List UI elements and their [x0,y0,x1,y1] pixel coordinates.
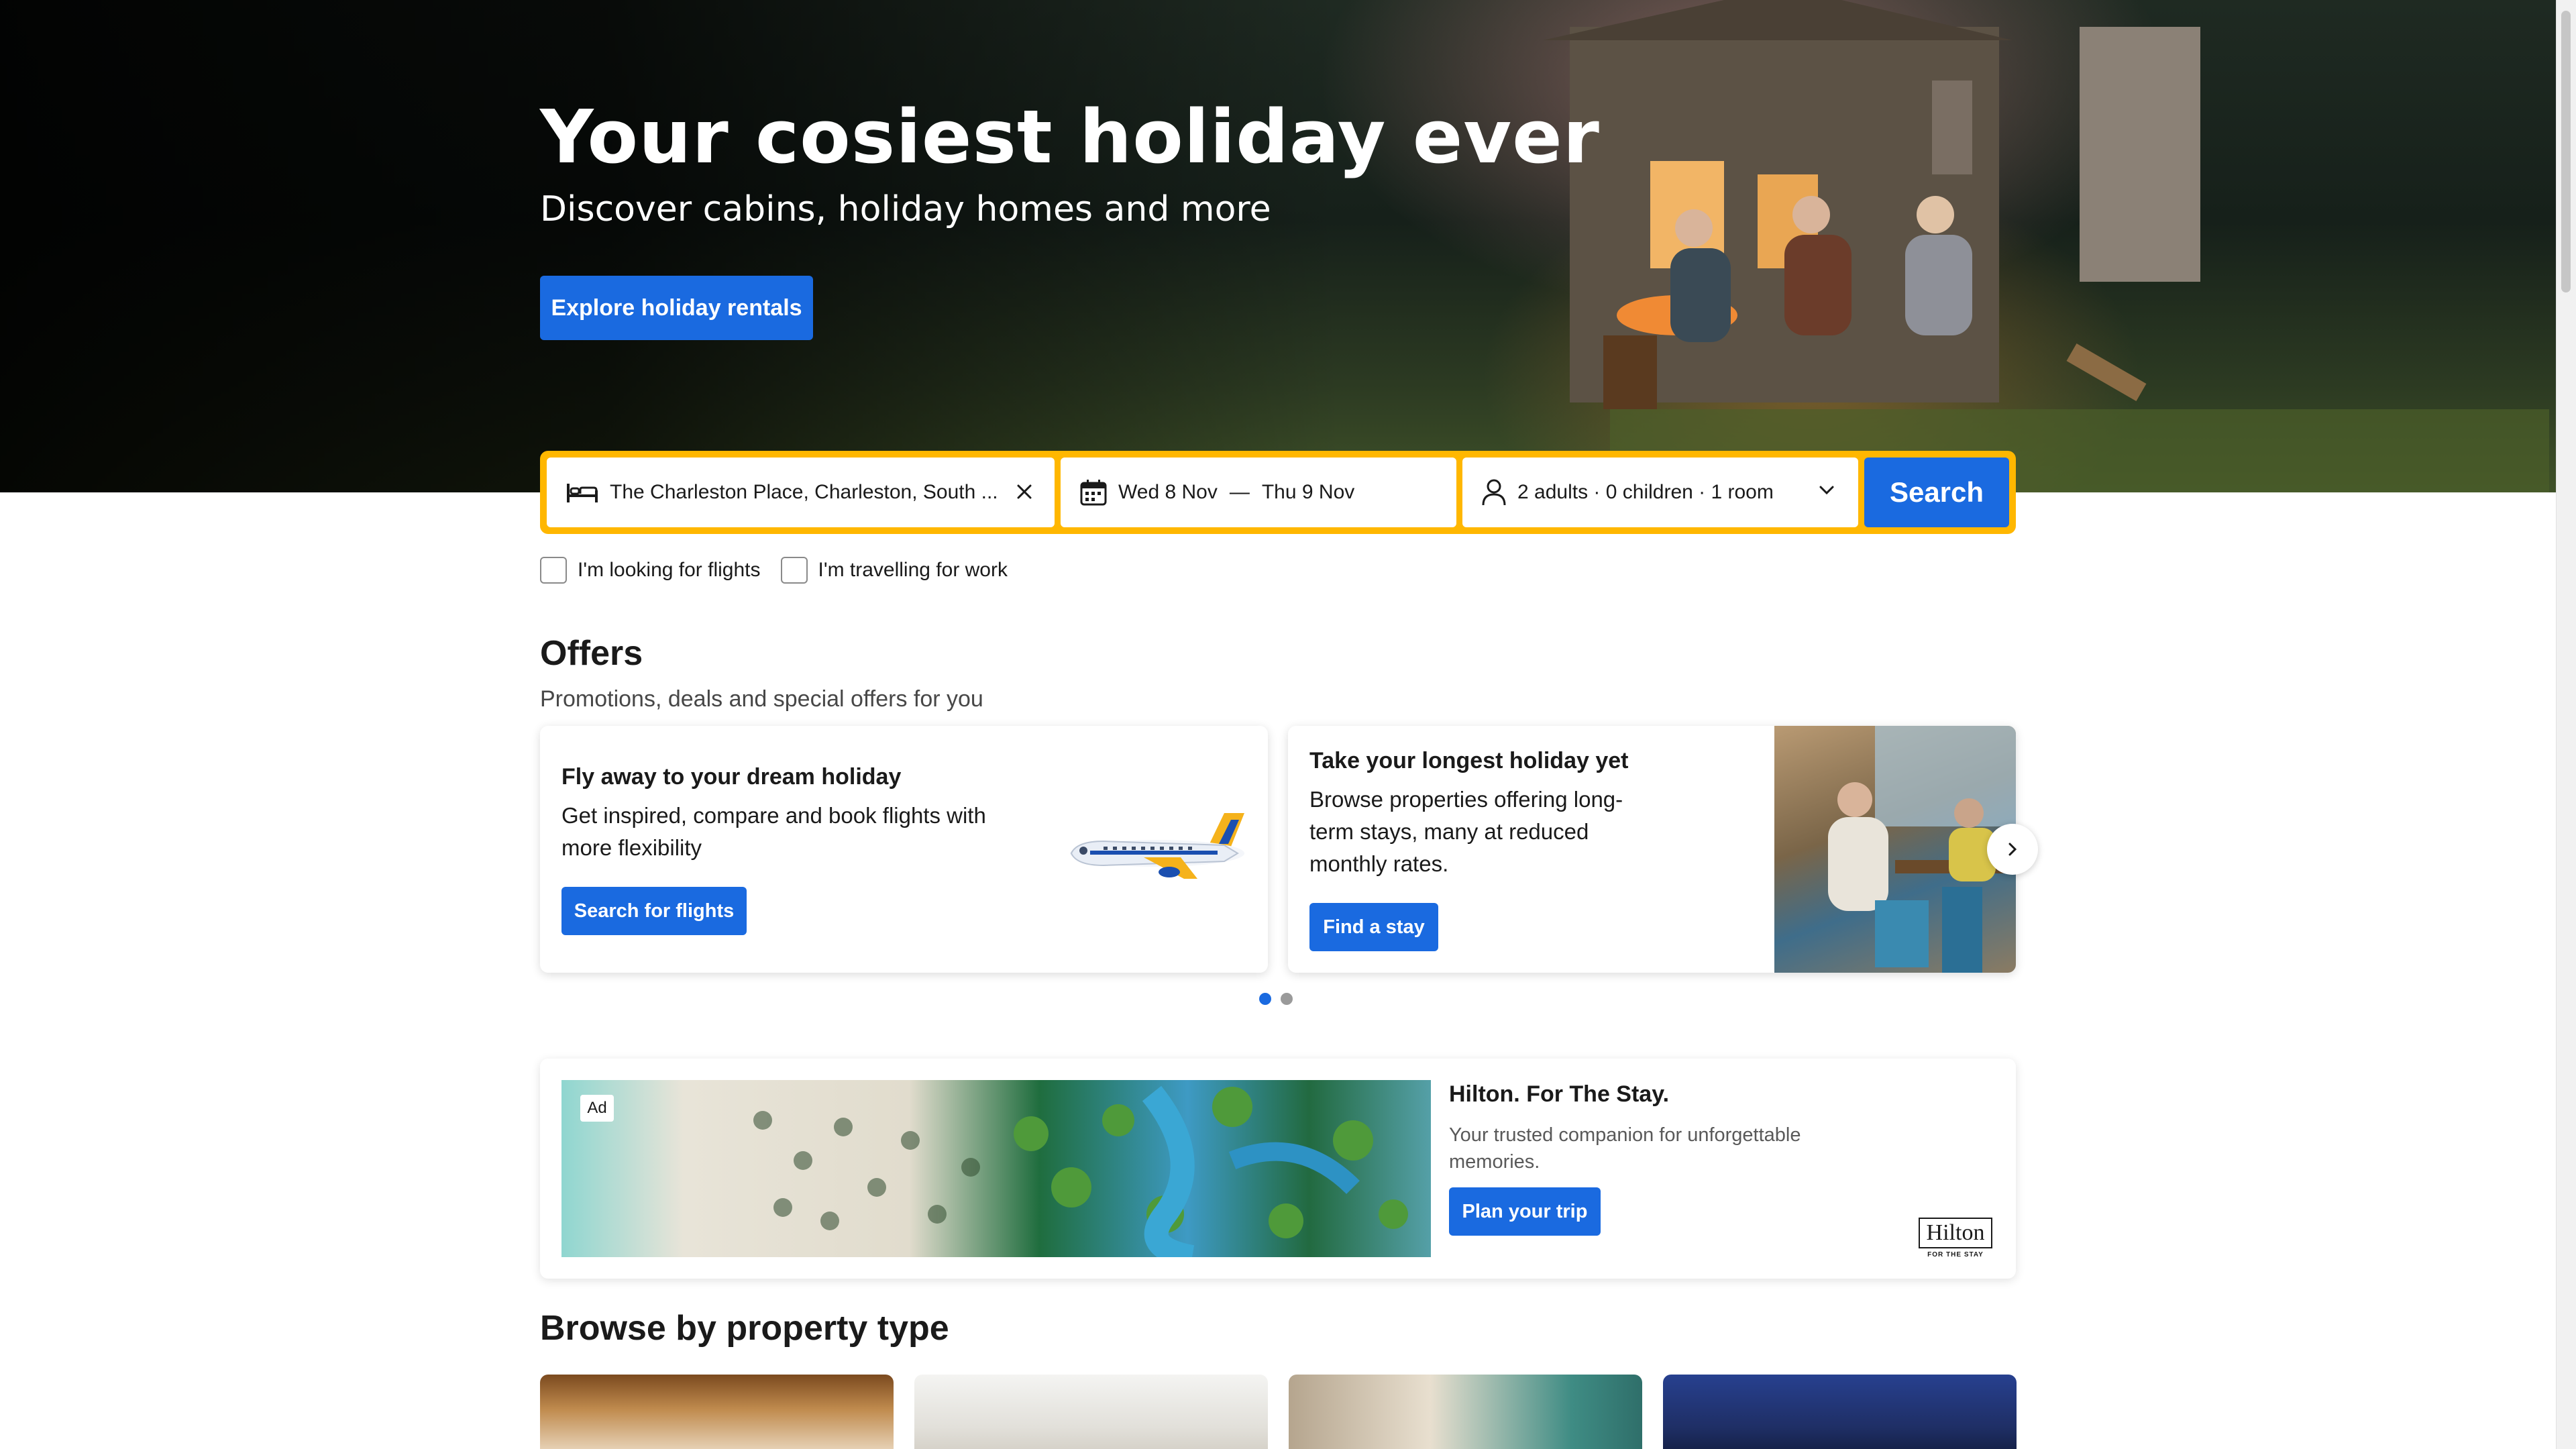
hilton-logo: Hilton FOR THE STAY [1919,1218,1992,1258]
work-travel-option[interactable]: I'm travelling for work [780,557,1008,584]
calendar-icon [1079,478,1108,506]
search-options: I'm looking for flights I'm travelling f… [540,557,1028,584]
pagination-dot[interactable] [1281,993,1293,1005]
chevron-down-icon [1818,484,1835,500]
date-separator: — [1229,481,1250,503]
flights-checkbox-label[interactable]: I'm looking for flights [578,559,761,582]
check-in-date: Wed 8 Nov [1118,481,1218,503]
flights-checkbox[interactable] [540,557,567,584]
property-type-card[interactable] [1663,1375,2017,1449]
hero-banner [0,0,2556,492]
ad-badge: Ad [580,1095,614,1122]
chevron-right-icon [2008,843,2017,856]
flights-option[interactable]: I'm looking for flights [540,557,761,584]
offers-heading: Offers [540,634,643,673]
ad-resort-image [561,1080,1431,1257]
bed-icon [566,481,599,504]
hero-subtitle: Discover cabins, holiday homes and more [540,189,1271,229]
search-for-flights-button[interactable]: Search for flights [561,887,747,935]
check-out-date: Thu 9 Nov [1261,481,1355,503]
offer-card-title: Take your longest holiday yet [1309,748,1629,773]
property-type-card[interactable] [914,1375,1268,1449]
find-a-stay-button[interactable]: Find a stay [1309,903,1438,951]
destination-value: The Charleston Place, Charleston, South … [610,481,998,503]
flights-offer-card: Fly away to your dream holiday Get inspi… [540,726,1268,973]
work-travel-checkbox[interactable] [780,557,808,584]
pagination-dot-active[interactable] [1259,993,1271,1005]
person-icon [1481,478,1507,506]
long-stay-photo [1774,726,2016,973]
ad-title[interactable]: Hilton. For The Stay. [1449,1081,1669,1108]
plan-your-trip-button[interactable]: Plan your trip [1449,1187,1601,1236]
scrollbar-thumb[interactable] [2561,11,2571,292]
search-button[interactable]: Search [1864,458,2009,527]
long-stay-offer-card: Take your longest holiday yet Browse pro… [1288,726,2016,973]
property-type-card[interactable] [540,1375,894,1449]
hilton-logo-tagline: FOR THE STAY [1927,1251,1984,1258]
property-type-card[interactable] [1289,1375,1642,1449]
explore-holiday-rentals-button[interactable]: Explore holiday rentals [540,276,813,340]
hero-gradient-overlay [0,0,1342,492]
carousel-next-button[interactable] [1987,824,2038,875]
destination-field[interactable]: The Charleston Place, Charleston, South … [547,458,1055,527]
work-travel-checkbox-label[interactable]: I'm travelling for work [818,559,1008,582]
browse-property-type-heading: Browse by property type [540,1309,949,1348]
carousel-pagination [1259,993,1302,1005]
offer-card-text: Get inspired, compare and book flights w… [561,803,986,860]
date-range-field[interactable]: Wed 8 Nov — Thu 9 Nov [1061,458,1456,527]
hilton-logo-text: Hilton [1919,1218,1992,1248]
offer-card-text: Browse properties offering long-term sta… [1309,787,1623,876]
ad-text: Your trusted companion for unforgettable… [1449,1124,1801,1173]
airplane-illustration [1070,813,1244,879]
offer-card-title: Fly away to your dream holiday [561,764,902,790]
guests-rooms-field[interactable]: 2 adults · 0 children · 1 room [1462,458,1858,527]
clear-destination-icon[interactable] [1014,482,1034,505]
guests-value: 2 adults · 0 children · 1 room [1517,481,1774,503]
hero-title: Your cosiest holiday ever [540,94,1600,180]
offers-subheading: Promotions, deals and special offers for… [540,686,983,712]
search-bar: The Charleston Place, Charleston, South … [540,451,2016,534]
